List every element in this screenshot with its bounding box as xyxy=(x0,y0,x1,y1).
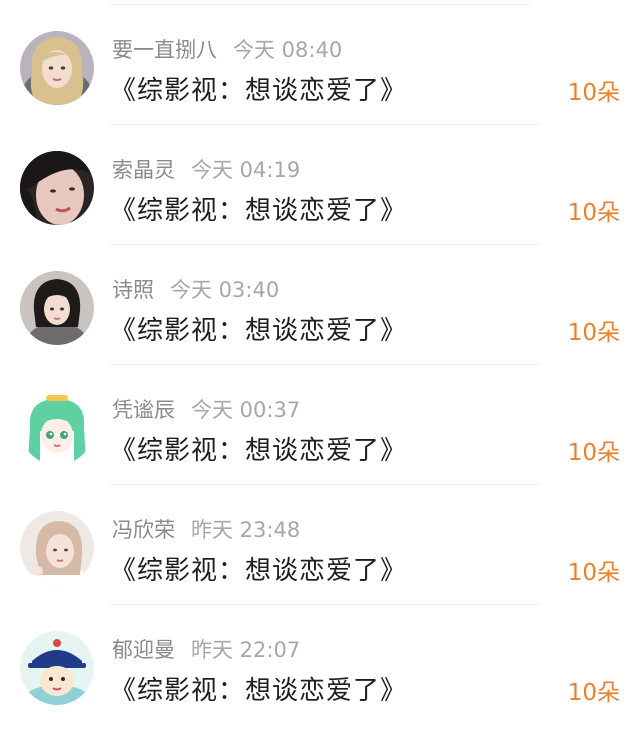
book-title[interactable]: 《综影视：想谈恋爱了》 xyxy=(110,193,407,229)
timestamp: 今天 03:40 xyxy=(170,278,280,302)
avatar-girl-light-photo-icon[interactable] xyxy=(20,511,94,585)
book-title[interactable]: 《综影视：想谈恋爱了》 xyxy=(110,433,407,469)
list-item[interactable]: 冯欣荣 昨天 23:48 《综影视：想谈恋爱了》 10朵 xyxy=(0,485,640,605)
gift-amount: 10朵 xyxy=(567,200,620,226)
username[interactable]: 索晶灵 xyxy=(112,158,175,182)
timestamp: 昨天 23:48 xyxy=(191,518,301,542)
username[interactable]: 诗照 xyxy=(112,278,154,302)
timestamp: 今天 08:40 xyxy=(233,38,343,62)
username[interactable]: 冯欣荣 xyxy=(112,518,175,542)
username[interactable]: 郁迎曼 xyxy=(112,638,175,662)
timestamp: 昨天 22:07 xyxy=(191,638,301,662)
gift-amount: 10朵 xyxy=(567,680,620,706)
item-meta: 诗照 今天 03:40 xyxy=(112,275,279,305)
timestamp: 今天 00:37 xyxy=(191,398,301,422)
item-meta: 要一直捌八 今天 08:40 xyxy=(112,35,342,65)
username[interactable]: 凭谧辰 xyxy=(112,398,175,422)
avatar-girl-blonde-icon[interactable] xyxy=(20,31,94,105)
timestamp: 今天 04:19 xyxy=(191,158,301,182)
avatar-cartoon-qing-official-icon[interactable] xyxy=(20,631,94,705)
username[interactable]: 要一直捌八 xyxy=(112,38,217,62)
gift-amount: 10朵 xyxy=(567,80,620,106)
item-meta: 凭谧辰 今天 00:37 xyxy=(112,395,300,425)
avatar-anime-green-hair-icon[interactable] xyxy=(20,391,94,465)
book-title[interactable]: 《综影视：想谈恋爱了》 xyxy=(110,553,407,589)
item-meta: 索晶灵 今天 04:19 xyxy=(112,155,300,185)
list-item[interactable]: 郁迎曼 昨天 22:07 《综影视：想谈恋爱了》 10朵 xyxy=(0,605,640,725)
item-meta: 冯欣荣 昨天 23:48 xyxy=(112,515,300,545)
gift-amount: 10朵 xyxy=(567,320,620,346)
gift-amount: 10朵 xyxy=(567,560,620,586)
list-item[interactable]: 索晶灵 今天 04:19 《综影视：想谈恋爱了》 10朵 xyxy=(0,125,640,245)
book-title[interactable]: 《综影视：想谈恋爱了》 xyxy=(110,673,407,709)
avatar-dark-hair-closeup-icon[interactable] xyxy=(20,151,94,225)
book-title[interactable]: 《综影视：想谈恋爱了》 xyxy=(110,313,407,349)
list-item[interactable]: 凭谧辰 今天 00:37 《综影视：想谈恋爱了》 10朵 xyxy=(0,365,640,485)
avatar-girl-grey-top-icon[interactable] xyxy=(20,271,94,345)
item-meta: 郁迎曼 昨天 22:07 xyxy=(112,635,300,665)
gift-record-list: 要一直捌八 今天 08:40 《综影视：想谈恋爱了》 10朵 索晶灵 今天 04:1… xyxy=(0,0,640,730)
gift-amount: 10朵 xyxy=(567,440,620,466)
list-item[interactable]: 要一直捌八 今天 08:40 《综影视：想谈恋爱了》 10朵 xyxy=(0,5,640,125)
list-item[interactable]: 诗照 今天 03:40 《综影视：想谈恋爱了》 10朵 xyxy=(0,245,640,365)
book-title[interactable]: 《综影视：想谈恋爱了》 xyxy=(110,73,407,109)
